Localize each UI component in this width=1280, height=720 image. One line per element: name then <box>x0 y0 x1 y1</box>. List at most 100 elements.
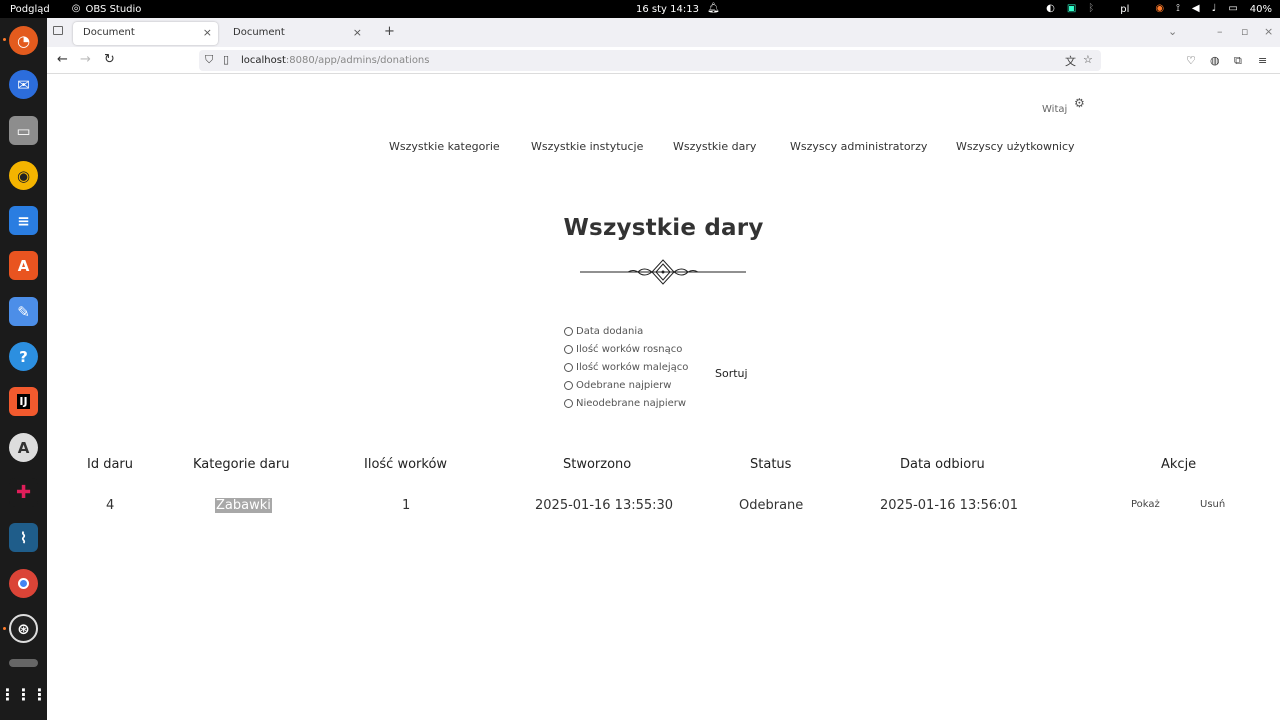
bluetooth-icon[interactable]: ᛒ <box>1088 3 1094 15</box>
volume-icon[interactable]: ◀︎ <box>1192 3 1200 15</box>
new-tab-icon[interactable]: + <box>384 24 395 39</box>
cell-status: Odebrane <box>739 498 804 513</box>
page-icon[interactable]: ▯ <box>223 53 229 66</box>
sort-option-picked-up-first[interactable]: Odebrane najpierw <box>564 380 671 391</box>
sort-option-label: Ilość worków malejąco <box>576 362 689 373</box>
menu-all-categories[interactable]: Wszystkie kategorie <box>389 140 500 153</box>
pocket-icon[interactable]: ♡ <box>1186 54 1196 67</box>
tray-status-icon[interactable]: ◐ <box>1046 3 1055 15</box>
column-header-id: Id daru <box>87 457 134 472</box>
rhythmbox-icon[interactable]: ◉ <box>9 161 38 190</box>
battery-percent: 40% <box>1249 3 1272 15</box>
files-icon[interactable]: ▭ <box>9 116 38 145</box>
tab-label: Document <box>83 27 135 38</box>
sort-option-date-added[interactable]: Data dodania <box>564 326 643 337</box>
close-icon[interactable]: × <box>353 26 362 39</box>
tab-list-icon[interactable] <box>53 26 63 35</box>
column-header-actions: Akcje <box>1161 457 1197 472</box>
intellij-icon[interactable]: IJ <box>9 387 38 416</box>
column-header-status: Status <box>750 457 792 472</box>
slack-icon[interactable]: ✚ <box>9 478 38 507</box>
radio-button[interactable] <box>564 399 573 408</box>
running-indicator <box>3 627 6 630</box>
menu-all-users[interactable]: Wszyscy użytkownicy <box>956 140 1075 153</box>
column-header-bags: Ilość worków <box>364 457 448 472</box>
clock-button[interactable]: 16 sty 14:13 🔔︎ <box>636 3 720 15</box>
delete-donation-link[interactable]: Usuń <box>1200 499 1225 510</box>
menu-all-donations[interactable]: Wszystkie dary <box>673 140 756 153</box>
reload-icon[interactable]: ↻ <box>104 52 115 67</box>
menu-icon[interactable]: ≡ <box>1258 54 1267 67</box>
notification-bell-icon: 🔔︎ <box>706 3 720 14</box>
sort-option-bags-desc[interactable]: Ilość worków malejąco <box>564 362 688 373</box>
radio-button[interactable] <box>564 345 573 354</box>
text-editor-icon[interactable]: ✎ <box>9 297 38 326</box>
tab-document-2[interactable]: Document × <box>223 22 368 45</box>
url-bar[interactable]: ⛉ ▯ localhost:8080/app/admins/donations … <box>199 50 1101 71</box>
obs-icon: ◎ <box>71 3 81 14</box>
tab-document-1[interactable]: Document × <box>73 22 218 45</box>
chevron-down-icon[interactable]: ⌄ <box>1168 25 1177 38</box>
column-header-category: Kategorie daru <box>193 457 290 472</box>
mysql-workbench-icon[interactable]: ⌇ <box>9 523 38 552</box>
menu-all-admins[interactable]: Wszyscy administratorzy <box>790 140 927 153</box>
sort-option-label: Nieodebrane najpierw <box>576 398 687 409</box>
active-app-menu[interactable]: ◎ OBS Studio <box>72 3 142 15</box>
column-header-pickup-date: Data odbioru <box>900 457 985 472</box>
admin-menu: Wszystkie kategorie Wszystkie instytucje… <box>47 140 1280 160</box>
radio-button[interactable] <box>564 381 573 390</box>
shield-icon[interactable]: ⛉ <box>205 53 213 67</box>
writer-icon[interactable]: ≡ <box>9 206 38 235</box>
radio-button[interactable] <box>564 327 573 336</box>
cell-id: 4 <box>106 498 115 513</box>
firefox-icon[interactable]: ◔ <box>9 26 38 55</box>
keyboard-language[interactable]: pl <box>1120 4 1129 15</box>
translate-icon[interactable]: 文 <box>1065 53 1076 69</box>
help-icon[interactable]: ? <box>9 342 38 371</box>
dock: ◔ ✉ ▭ ◉ ≡ A ✎ ? IJ A ✚ ⌇ ⊛ ⋮⋮⋮ <box>0 18 48 720</box>
cell-created: 2025-01-16 13:55:30 <box>535 498 674 513</box>
show-apps-icon[interactable]: ⋮⋮⋮ <box>0 680 48 709</box>
running-indicator <box>3 38 6 41</box>
show-donation-link[interactable]: Pokaż <box>1131 499 1160 510</box>
cell-bags: 1 <box>402 498 411 513</box>
sort-option-not-picked-up-first[interactable]: Nieodebrane najpierw <box>564 398 686 409</box>
chrome-icon[interactable] <box>9 569 38 598</box>
sort-button[interactable]: Sortuj <box>715 367 748 380</box>
software-updater-icon[interactable]: A <box>9 433 38 462</box>
account-icon[interactable]: ◍ <box>1210 54 1220 67</box>
sort-option-label: Ilość worków rosnąco <box>576 344 683 355</box>
obs-icon[interactable]: ⊛ <box>9 614 38 643</box>
page-content: Witaj ⚙ Wszystkie kategorie Wszystkie in… <box>47 75 1280 720</box>
forward-icon[interactable]: → <box>80 52 91 67</box>
cell-category: Zabawki <box>215 498 272 513</box>
close-icon[interactable]: × <box>203 26 212 39</box>
maximize-icon[interactable]: ▫ <box>1241 25 1248 38</box>
activities-button[interactable]: Podgląd <box>10 4 50 15</box>
thunderbird-icon[interactable]: ✉ <box>9 70 38 99</box>
url-host: localhost <box>241 55 286 66</box>
close-window-icon[interactable]: × <box>1264 25 1273 38</box>
url-path: :8080/app/admins/donations <box>285 55 430 66</box>
battery-icon[interactable]: ▭ <box>1228 3 1237 15</box>
trash-icon[interactable] <box>9 659 38 667</box>
greeting-text: Witaj <box>1042 104 1068 115</box>
back-icon[interactable]: ← <box>57 52 68 67</box>
screen-recording-icon[interactable]: ◉ <box>1155 3 1164 15</box>
network-icon[interactable]: ⟟ <box>1176 3 1180 15</box>
app-center-icon[interactable]: A <box>9 251 38 280</box>
active-app-label: OBS Studio <box>85 3 142 15</box>
ornament-divider <box>580 259 746 285</box>
sort-option-label: Odebrane najpierw <box>576 380 672 391</box>
tray-app-icon[interactable]: ▣ <box>1067 3 1076 15</box>
settings-icon[interactable]: ⚙ <box>1074 96 1085 110</box>
tab-bar: Document × Document × + ⌄ – ▫ × <box>47 18 1280 47</box>
extensions-icon[interactable]: ⧉ <box>1234 54 1242 68</box>
microphone-icon[interactable]: ♩ <box>1212 3 1217 15</box>
bookmark-star-icon[interactable]: ☆ <box>1083 53 1093 66</box>
sort-option-bags-asc[interactable]: Ilość worków rosnąco <box>564 344 682 355</box>
menu-all-institutions[interactable]: Wszystkie instytucje <box>531 140 643 153</box>
radio-button[interactable] <box>564 363 573 372</box>
minimize-icon[interactable]: – <box>1217 25 1223 38</box>
system-top-bar: Podgląd ◎ OBS Studio 16 sty 14:13 🔔︎ ◐ ▣… <box>0 0 1280 18</box>
